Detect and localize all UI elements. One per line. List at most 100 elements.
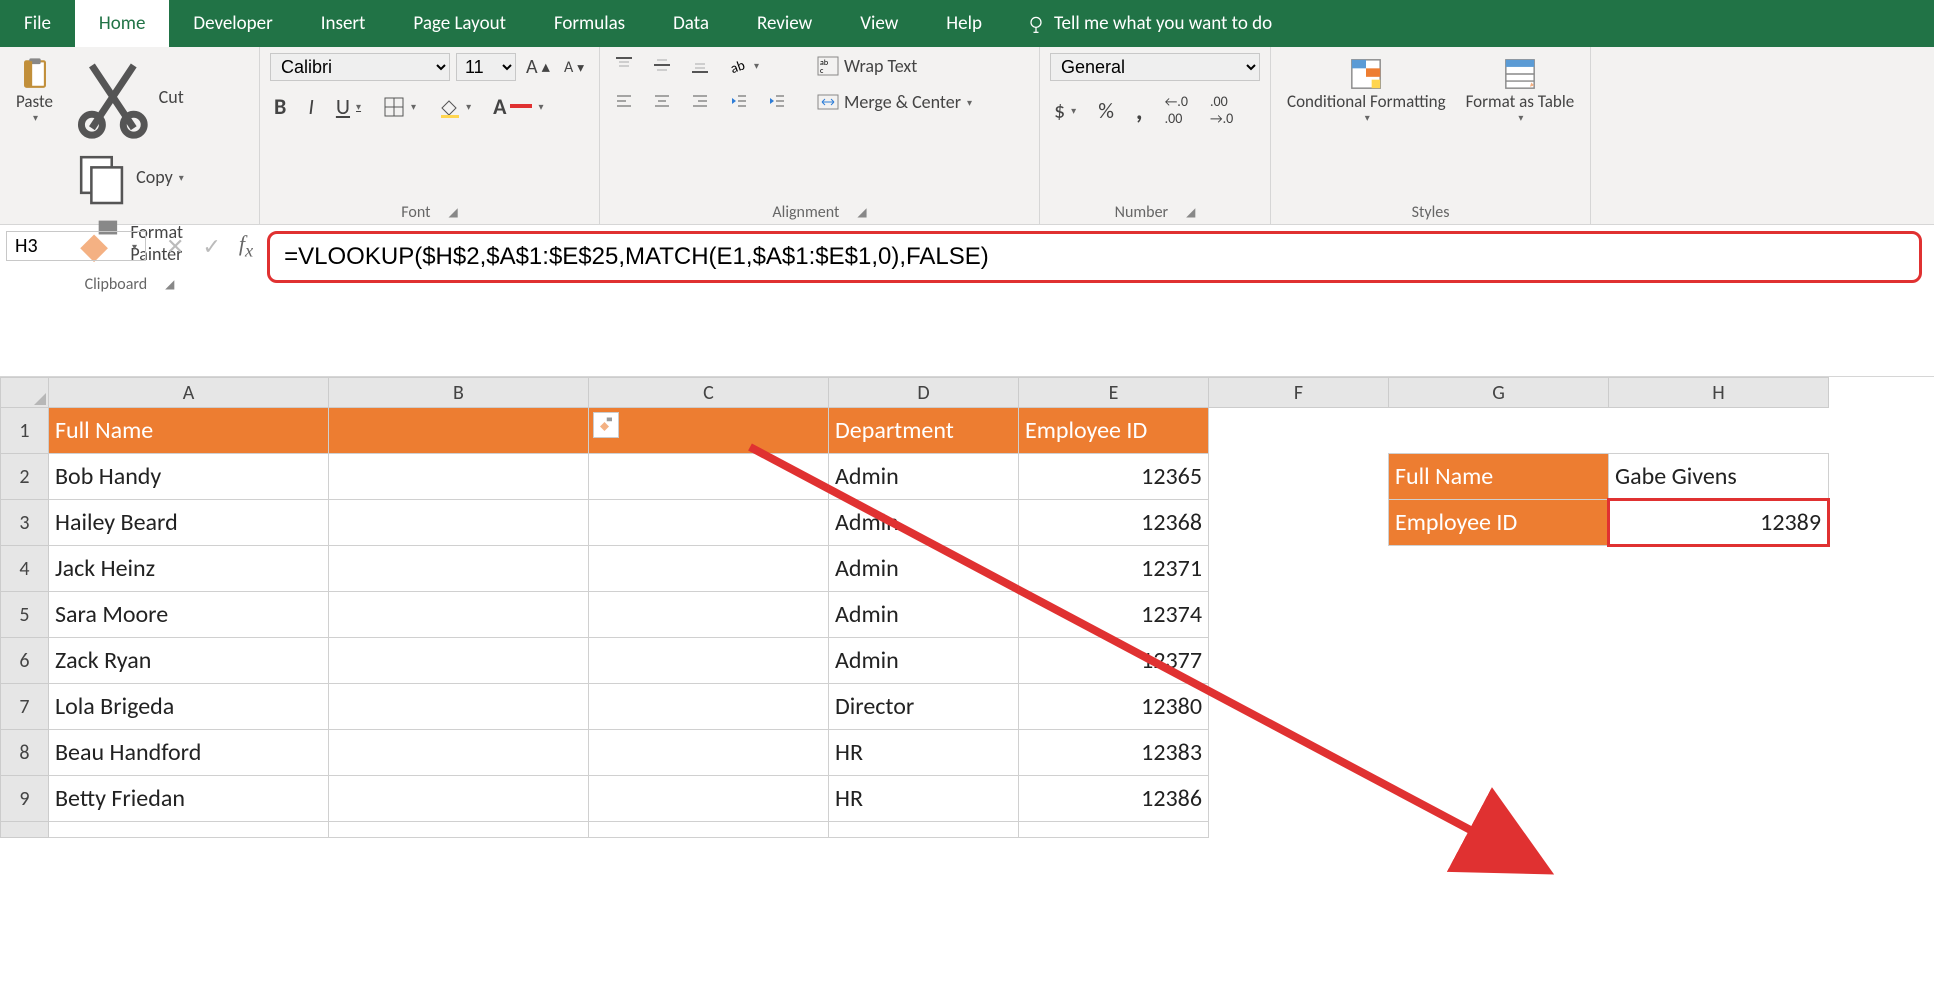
cell-A3[interactable]: Hailey Beard <box>49 500 329 546</box>
cell-F7[interactable] <box>1209 684 1389 730</box>
cell-D2[interactable]: Admin <box>829 454 1019 500</box>
comma-format-icon[interactable]: , <box>1132 92 1147 128</box>
cell-C5[interactable] <box>589 592 829 638</box>
formula-input[interactable] <box>284 243 1905 271</box>
cell-A9[interactable]: Betty Friedan <box>49 776 329 822</box>
copy-button[interactable]: Copy <box>67 145 188 210</box>
row-header-10[interactable] <box>1 822 49 838</box>
dialog-launcher-icon[interactable]: ◢ <box>857 205 866 220</box>
dialog-launcher-icon[interactable]: ◢ <box>448 205 457 220</box>
orientation-icon[interactable]: ab <box>724 53 763 77</box>
cell-H5[interactable] <box>1609 592 1829 638</box>
cell-D9[interactable]: HR <box>829 776 1019 822</box>
cell-G7[interactable] <box>1389 684 1609 730</box>
cell-G6[interactable] <box>1389 638 1609 684</box>
cell-D3[interactable]: Admin <box>829 500 1019 546</box>
increase-decimal-icon[interactable]: ←.0.00 <box>1161 91 1192 129</box>
cell-C4[interactable] <box>589 546 829 592</box>
name-box[interactable]: H3▾ <box>6 231 146 261</box>
row-header-6[interactable]: 6 <box>1 638 49 684</box>
cell-H2[interactable]: Gabe Givens <box>1609 454 1829 500</box>
tab-home[interactable]: Home <box>75 0 170 47</box>
cell-D1[interactable]: Department <box>829 408 1019 454</box>
cell-A8[interactable]: Beau Handford <box>49 730 329 776</box>
cell-E8[interactable]: 12383 <box>1019 730 1209 776</box>
accounting-format-icon[interactable]: $ <box>1050 95 1080 126</box>
cell-D8[interactable]: HR <box>829 730 1019 776</box>
cell-G8[interactable] <box>1389 730 1609 776</box>
cell-E2[interactable]: 12365 <box>1019 454 1209 500</box>
cell-G4[interactable] <box>1389 546 1609 592</box>
conditional-formatting-button[interactable]: Conditional Formatting <box>1281 53 1452 127</box>
cell-H7[interactable] <box>1609 684 1829 730</box>
select-all-corner[interactable] <box>1 378 49 408</box>
tab-page-layout[interactable]: Page Layout <box>389 0 530 47</box>
cancel-formula-icon[interactable]: ✕ <box>166 233 184 260</box>
cell-F2[interactable] <box>1209 454 1389 500</box>
row-header-8[interactable]: 8 <box>1 730 49 776</box>
bold-button[interactable]: B <box>270 91 290 122</box>
dialog-launcher-icon[interactable]: ◢ <box>1186 205 1195 220</box>
row-header-5[interactable]: 5 <box>1 592 49 638</box>
align-left-icon[interactable] <box>610 89 638 113</box>
cell-C8[interactable] <box>589 730 829 776</box>
increase-font-icon[interactable]: A▴ <box>522 53 554 81</box>
cell-A5[interactable]: Sara Moore <box>49 592 329 638</box>
tab-insert[interactable]: Insert <box>297 0 390 47</box>
cell-B3[interactable] <box>329 500 589 546</box>
row-header-2[interactable]: 2 <box>1 454 49 500</box>
tell-me-search[interactable]: Tell me what you want to do <box>1006 0 1292 47</box>
cell-F3[interactable] <box>1209 500 1389 546</box>
cell-B6[interactable] <box>329 638 589 684</box>
row-header-7[interactable]: 7 <box>1 684 49 730</box>
tab-help[interactable]: Help <box>922 0 1006 47</box>
dialog-launcher-icon[interactable]: ◢ <box>165 277 174 292</box>
font-color-button[interactable]: A <box>489 91 547 122</box>
cell-C1[interactable] <box>589 408 829 454</box>
cell-E6[interactable]: 12377 <box>1019 638 1209 684</box>
align-right-icon[interactable] <box>686 89 714 113</box>
cell-B9[interactable] <box>329 776 589 822</box>
enter-formula-icon[interactable]: ✓ <box>202 233 220 260</box>
percent-format-icon[interactable]: % <box>1094 95 1118 126</box>
column-header-G[interactable]: G <box>1389 378 1609 408</box>
cell-D6[interactable]: Admin <box>829 638 1019 684</box>
column-header-D[interactable]: D <box>829 378 1019 408</box>
cell-F9[interactable] <box>1209 776 1389 822</box>
increase-indent-icon[interactable] <box>762 89 790 113</box>
cell-A10[interactable] <box>49 822 329 838</box>
underline-button[interactable]: U <box>332 91 365 122</box>
align-top-icon[interactable] <box>610 53 638 77</box>
column-header-H[interactable]: H <box>1609 378 1829 408</box>
column-header-A[interactable]: A <box>49 378 329 408</box>
cell-H9[interactable] <box>1609 776 1829 822</box>
cell-H10[interactable] <box>1609 822 1829 838</box>
cell-B8[interactable] <box>329 730 589 776</box>
cell-B1[interactable] <box>329 408 589 454</box>
cell-A1[interactable]: Full Name <box>49 408 329 454</box>
cell-G3[interactable]: Employee ID <box>1389 500 1609 546</box>
cell-E9[interactable]: 12386 <box>1019 776 1209 822</box>
cell-A7[interactable]: Lola Brigeda <box>49 684 329 730</box>
font-size-select[interactable]: 11 <box>456 53 516 81</box>
cut-button[interactable]: Cut <box>67 53 188 141</box>
italic-button[interactable]: I <box>304 91 318 122</box>
cell-G9[interactable] <box>1389 776 1609 822</box>
formula-bar[interactable] <box>267 231 1922 283</box>
decrease-indent-icon[interactable] <box>724 89 752 113</box>
cell-F1[interactable] <box>1209 408 1389 454</box>
column-header-E[interactable]: E <box>1019 378 1209 408</box>
cell-E7[interactable]: 12380 <box>1019 684 1209 730</box>
column-header-F[interactable]: F <box>1209 378 1389 408</box>
cell-B2[interactable] <box>329 454 589 500</box>
cell-F8[interactable] <box>1209 730 1389 776</box>
cell-C7[interactable] <box>589 684 829 730</box>
fx-icon[interactable]: fx <box>239 231 253 261</box>
cell-C9[interactable] <box>589 776 829 822</box>
row-header-3[interactable]: 3 <box>1 500 49 546</box>
cell-F6[interactable] <box>1209 638 1389 684</box>
cell-C10[interactable] <box>589 822 829 838</box>
cell-H4[interactable] <box>1609 546 1829 592</box>
cell-B7[interactable] <box>329 684 589 730</box>
decrease-decimal-icon[interactable]: .00→.0 <box>1206 91 1237 129</box>
